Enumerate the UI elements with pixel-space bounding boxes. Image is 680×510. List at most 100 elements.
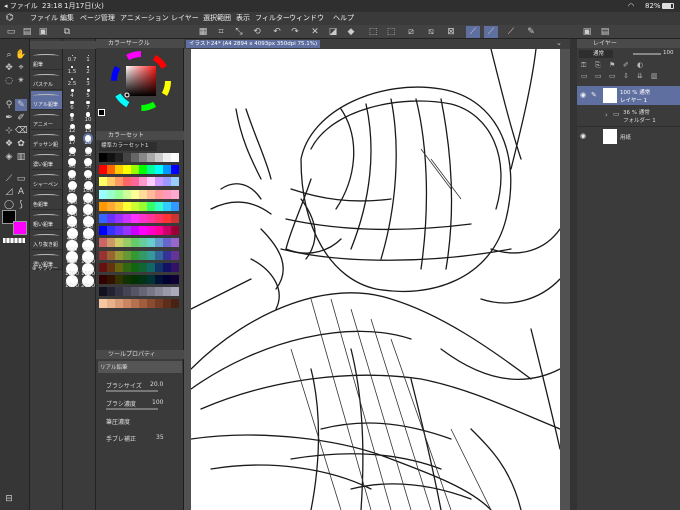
color-swatch[interactable] bbox=[107, 275, 115, 284]
menu-page[interactable]: ページ管理 bbox=[80, 12, 115, 25]
color-swatch[interactable] bbox=[115, 275, 123, 284]
color-swatch[interactable] bbox=[163, 226, 171, 236]
redo-icon[interactable]: ↷ bbox=[288, 26, 302, 38]
lasso-icon[interactable]: ◌ bbox=[3, 75, 15, 87]
wand-icon[interactable]: ✴ bbox=[15, 75, 27, 87]
move-icon[interactable]: ✥ bbox=[3, 62, 15, 74]
clip-icon[interactable]: ⎘ bbox=[595, 61, 601, 70]
menu-edit[interactable]: 編集 bbox=[60, 12, 74, 25]
new-vector-icon[interactable]: ▭ bbox=[595, 72, 602, 80]
drawing-canvas[interactable] bbox=[191, 49, 560, 510]
color-swatch[interactable] bbox=[123, 250, 131, 260]
zoom-icon[interactable]: ⌕ bbox=[3, 49, 15, 61]
gradient-icon[interactable]: ▥ bbox=[15, 151, 27, 163]
canvas-scroll-strip[interactable] bbox=[570, 39, 577, 510]
save-icon[interactable]: ▣ bbox=[36, 26, 50, 38]
sub-tool-item[interactable]: 色鉛筆 bbox=[31, 191, 62, 210]
color-swatch[interactable] bbox=[171, 177, 179, 187]
color-swatch[interactable] bbox=[107, 165, 115, 175]
color-swatch[interactable] bbox=[139, 275, 147, 284]
color-swatch[interactable] bbox=[147, 165, 155, 175]
color-swatch[interactable] bbox=[99, 226, 107, 236]
eyedropper-icon[interactable]: ⚲ bbox=[3, 99, 15, 111]
color-swatch[interactable] bbox=[155, 299, 163, 309]
open-icon[interactable]: ▤ bbox=[20, 26, 34, 38]
decoration-icon[interactable]: ✿ bbox=[15, 138, 27, 150]
color-swatch[interactable] bbox=[147, 275, 155, 284]
draft-icon[interactable]: ✐ bbox=[623, 61, 629, 69]
current-color-icon[interactable] bbox=[98, 109, 105, 116]
sub-tool-item[interactable]: シャーペン bbox=[31, 171, 62, 190]
brush-size-preset[interactable] bbox=[86, 77, 90, 81]
select-all-icon[interactable]: ⬚ bbox=[366, 26, 380, 38]
color-swatch[interactable] bbox=[131, 299, 139, 309]
color-swatch[interactable] bbox=[107, 287, 115, 297]
color-swatch[interactable] bbox=[115, 189, 123, 199]
color-swatch[interactable] bbox=[139, 287, 147, 297]
color-swatch[interactable] bbox=[171, 214, 179, 223]
color-swatch[interactable] bbox=[99, 177, 107, 187]
color-wheel[interactable] bbox=[110, 50, 172, 112]
color-swatch[interactable] bbox=[163, 250, 171, 260]
brush-size-preset[interactable] bbox=[87, 54, 89, 56]
rotate-icon[interactable]: ⟲ bbox=[250, 26, 264, 38]
color-swatch[interactable] bbox=[163, 275, 171, 284]
menu-animation[interactable]: アニメーション bbox=[120, 12, 169, 25]
color-swatch[interactable] bbox=[139, 214, 147, 223]
color-swatch[interactable] bbox=[155, 275, 163, 284]
pencil-tool-icon[interactable]: ✎ bbox=[15, 99, 27, 111]
lock-icon[interactable]: ⚿ bbox=[581, 61, 586, 70]
invert-icon[interactable]: ⧄ bbox=[404, 26, 418, 38]
color-set-select[interactable]: 標準カラーセット1 bbox=[99, 142, 157, 151]
color-swatch[interactable] bbox=[171, 287, 179, 297]
brush-size-preset[interactable] bbox=[71, 66, 73, 68]
layer-row-1[interactable]: ◉ ✎ 100 % 通常 レイヤー 1 bbox=[577, 86, 680, 105]
color-swatch[interactable] bbox=[115, 299, 123, 309]
color-swatch[interactable] bbox=[155, 262, 163, 272]
color-swatch[interactable] bbox=[131, 153, 139, 162]
color-swatch[interactable] bbox=[171, 153, 179, 162]
bucket-icon[interactable]: ◆ bbox=[344, 26, 358, 38]
layer-row-2[interactable]: › ▭ 36 % 通常 フォルダー 1 bbox=[577, 106, 680, 125]
color-swatch[interactable] bbox=[99, 214, 107, 223]
color-swatch[interactable] bbox=[107, 177, 115, 187]
menu-layer[interactable]: レイヤー bbox=[171, 12, 199, 25]
frame-icon[interactable]: ▭ bbox=[15, 173, 27, 185]
color-swatch[interactable] bbox=[147, 262, 155, 272]
delete-layer-icon[interactable]: ▥ bbox=[651, 72, 658, 80]
expand-icon[interactable]: ⧅ bbox=[424, 26, 438, 38]
color-swatch[interactable] bbox=[99, 250, 107, 260]
panel-toggle-icon[interactable]: ⊟ bbox=[3, 493, 15, 505]
color-swatch[interactable] bbox=[115, 177, 123, 187]
ruler-tool-icon[interactable]: ◿ bbox=[3, 186, 15, 198]
pen-icon[interactable]: ✎ bbox=[524, 26, 538, 38]
sub-tool-item[interactable]: 入り抜き鉛 bbox=[31, 231, 62, 250]
color-swatch[interactable] bbox=[107, 262, 115, 272]
menu-view[interactable]: 表示 bbox=[236, 12, 250, 25]
color-swatch[interactable] bbox=[99, 201, 107, 211]
airbrush-icon[interactable]: ⊹ bbox=[3, 125, 15, 137]
color-swatch[interactable] bbox=[107, 153, 115, 162]
color-swatch[interactable] bbox=[155, 189, 163, 199]
color-swatch[interactable] bbox=[155, 165, 163, 175]
color-swatch[interactable] bbox=[171, 201, 179, 211]
color-swatch[interactable] bbox=[131, 238, 139, 248]
color-swatch[interactable] bbox=[163, 153, 171, 162]
color-swatch[interactable] bbox=[115, 226, 123, 236]
transparent-color-icon[interactable] bbox=[3, 238, 25, 243]
sub-tool-item[interactable]: デッサン鉛 bbox=[31, 131, 62, 150]
color-swatch[interactable] bbox=[171, 250, 179, 260]
color-swatch[interactable] bbox=[147, 214, 155, 223]
add-sub-tool-button[interactable]: ⊕ サブツー bbox=[32, 265, 58, 272]
menu-filter[interactable]: フィルター bbox=[255, 12, 290, 25]
sub-tool-item[interactable]: 濃い鉛筆 bbox=[31, 151, 62, 170]
blend-mode-select[interactable]: 通常 bbox=[579, 50, 613, 58]
layer-settings-icon[interactable]: ▤ bbox=[598, 26, 612, 38]
color-swatch[interactable] bbox=[171, 262, 179, 272]
color-swatch[interactable] bbox=[155, 153, 163, 162]
crop-icon[interactable]: ⌗ bbox=[214, 26, 228, 38]
transfer-icon[interactable]: ⇩ bbox=[623, 72, 629, 80]
color-swatch[interactable] bbox=[115, 250, 123, 260]
color-swatch[interactable] bbox=[139, 299, 147, 309]
color-swatch[interactable] bbox=[139, 226, 147, 236]
